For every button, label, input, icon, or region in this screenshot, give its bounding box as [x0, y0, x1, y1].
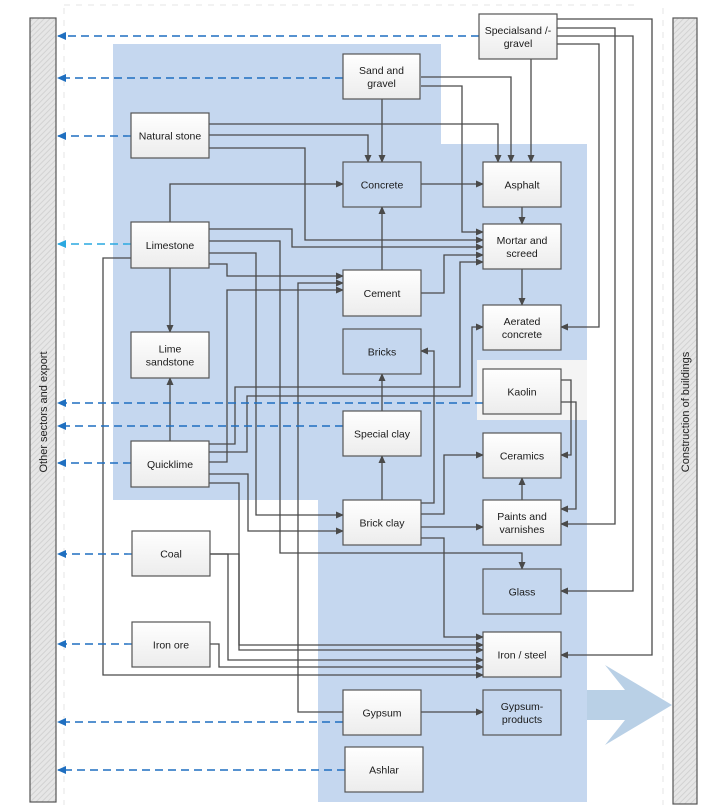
- node-label: Aerated: [504, 316, 541, 328]
- node-label: sandstone: [146, 357, 195, 369]
- node-ceramics: Ceramics: [482, 432, 562, 479]
- node-label: products: [502, 714, 542, 726]
- node-label: Gypsum-: [501, 701, 544, 713]
- node-brick-clay: Brick clay: [342, 499, 422, 546]
- node-label: Specialsand /-: [485, 25, 552, 37]
- node-label: screed: [506, 248, 538, 260]
- node-label: varnishes: [500, 524, 545, 536]
- node-cement: Cement: [342, 269, 422, 317]
- node-label: Limestone: [146, 240, 195, 252]
- node-special-clay: Special clay: [342, 410, 422, 457]
- node-bricks: Bricks: [342, 328, 422, 375]
- node-label: Concrete: [361, 180, 404, 192]
- node-label: Mortar and: [497, 235, 548, 247]
- node-label: gravel: [504, 38, 533, 50]
- node-asphalt: Asphalt: [482, 161, 562, 208]
- node-label: Kaolin: [507, 387, 536, 399]
- node-gypsum: Gypsum: [342, 689, 422, 736]
- node-paints: Paints andvarnishes: [482, 499, 562, 546]
- node-quicklime: Quicklime: [130, 440, 210, 488]
- node-aerated: Aeratedconcrete: [482, 304, 562, 351]
- node-label: Brick clay: [360, 518, 406, 530]
- node-label: Bricks: [368, 347, 397, 359]
- node-lime-sandstone: Limesandstone: [130, 331, 210, 379]
- construction-label: Construction of buildings: [680, 351, 692, 472]
- node-mortar: Mortar andscreed: [482, 223, 562, 270]
- node-label: Quicklime: [147, 459, 193, 471]
- construction-bar: Construction of buildings: [672, 17, 698, 805]
- node-kaolin: Kaolin: [482, 368, 562, 415]
- node-gypsum-products: Gypsum-products: [482, 689, 562, 736]
- node-concrete: Concrete: [342, 161, 422, 208]
- node-sand-gravel: Sand andgravel: [342, 53, 421, 100]
- node-natural-stone: Natural stone: [130, 112, 210, 159]
- node-ashlar: Ashlar: [344, 746, 424, 793]
- node-label: Natural stone: [139, 131, 202, 143]
- node-label: Sand and: [359, 65, 404, 77]
- node-label: concrete: [502, 329, 542, 341]
- node-label: Gypsum: [362, 708, 401, 720]
- node-label: Iron / steel: [497, 650, 546, 662]
- node-label: Ashlar: [369, 765, 399, 777]
- node-label: Ceramics: [500, 451, 544, 463]
- node-iron-ore: Iron ore: [131, 621, 211, 668]
- node-limestone: Limestone: [130, 221, 210, 269]
- node-label: Cement: [364, 288, 401, 300]
- node-label: Iron ore: [153, 640, 189, 652]
- node-label: Coal: [160, 549, 182, 561]
- node-label: gravel: [367, 78, 396, 90]
- node-label: Lime: [159, 344, 182, 356]
- other-sectors-label: Other sectors and export: [38, 351, 50, 472]
- node-label: Asphalt: [504, 180, 539, 192]
- node-label: Special clay: [354, 429, 411, 441]
- node-label: Glass: [509, 587, 536, 599]
- node-glass: Glass: [482, 568, 562, 615]
- material-flow-diagram: Other sectors and export Construction of…: [29, 4, 698, 805]
- node-iron-steel: Iron / steel: [482, 631, 562, 678]
- node-specialsand: Specialsand /-gravel: [478, 13, 558, 60]
- other-sectors-bar: Other sectors and export: [29, 17, 57, 803]
- node-coal: Coal: [131, 530, 211, 577]
- main-flow-arrow: [587, 665, 672, 745]
- node-label: Paints and: [497, 511, 547, 523]
